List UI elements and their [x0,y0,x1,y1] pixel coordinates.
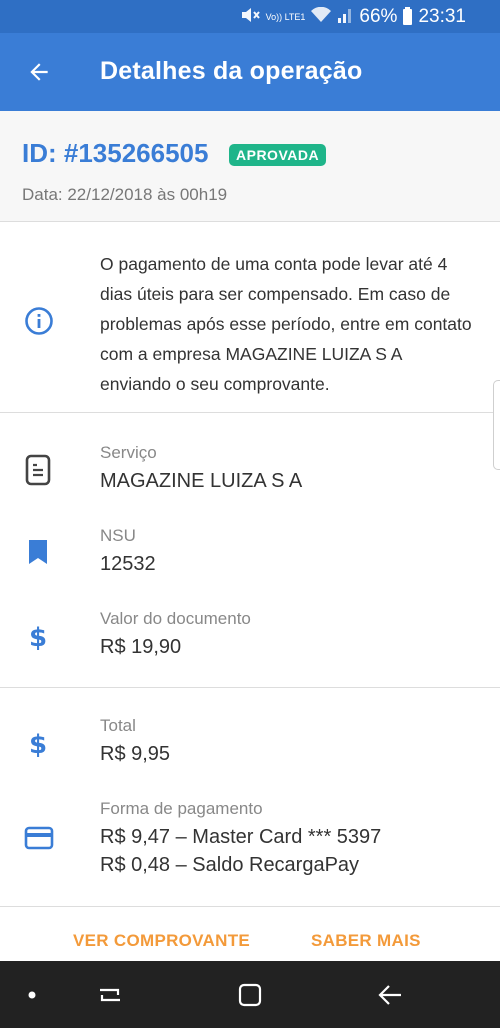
info-icon [24,306,54,341]
document-value-value: R$ 19,90 [100,636,182,658]
svg-text:$: $ [29,730,47,759]
signal-icon [337,7,353,28]
document-value-label: Valor do documento [100,609,251,628]
divider [0,687,500,688]
view-receipt-button[interactable]: VER COMPROVANTE [73,931,250,951]
payment-method-line-1: R$ 9,47 – Master Card *** 5397 [100,826,382,848]
divider [0,906,500,907]
payment-method-label: Forma de pagamento [100,799,263,818]
credit-card-icon [24,826,54,855]
nav-dot-icon[interactable] [10,973,54,1017]
status-icons: Vo)) LTE1 66% 23:31 [240,6,466,28]
operation-header: ID: #135266505 APROVADA Data: 22/12/2018… [0,111,500,222]
service-row: Serviço MAGAZINE LUIZA S A [0,440,500,520]
bookmark-icon [24,537,52,572]
dollar-icon: $ [24,620,52,657]
clock: 23:31 [418,6,466,27]
total-value: R$ 9,95 [100,743,171,765]
battery-icon [403,7,413,25]
info-message: O pagamento de uma conta pode levar até … [100,254,472,394]
total-label: Total [100,716,136,735]
back-nav-icon[interactable] [368,973,412,1017]
operation-date: Data: 22/12/2018 às 00h19 [22,185,228,204]
payment-method-row: Forma de pagamento R$ 9,47 – Master Card… [0,796,500,896]
wifi-icon [311,6,332,28]
svg-text:$: $ [29,623,47,652]
learn-more-button[interactable]: SABER MAIS [311,931,421,951]
info-section: O pagamento de uma conta pode levar até … [0,222,500,413]
status-bar: Vo)) LTE1 66% 23:31 [0,0,500,33]
scrollbar[interactable] [493,380,500,470]
payment-method-line-2: R$ 0,48 – Saldo RecargaPay [100,854,360,876]
service-value: MAGAZINE LUIZA S A [100,470,303,492]
page-title: Detalhes da operação [100,57,363,85]
status-badge: APROVADA [229,144,327,166]
arrow-left-icon [30,63,48,81]
recent-apps-icon[interactable] [88,973,132,1017]
home-icon[interactable] [228,973,272,1017]
nsu-value: 12532 [100,553,156,575]
document-value-row: $ Valor do documento R$ 19,90 [0,606,500,686]
service-label: Serviço [100,443,157,462]
app-bar: Detalhes da operação [0,33,500,111]
nsu-label: NSU [100,526,136,545]
battery-percent: 66% [359,6,398,27]
total-row: $ Total R$ 9,95 [0,713,500,793]
receipt-icon [24,454,52,491]
mute-icon [240,7,260,28]
system-nav-bar [0,961,500,1028]
operation-id: ID: #135266505 [22,138,209,168]
nsu-row: NSU 12532 [0,523,500,603]
dollar-icon: $ [24,727,52,764]
volte-indicator: Vo)) LTE1 [265,11,306,22]
back-button[interactable] [18,51,60,93]
action-bar: VER COMPROVANTE SABER MAIS [0,921,500,961]
